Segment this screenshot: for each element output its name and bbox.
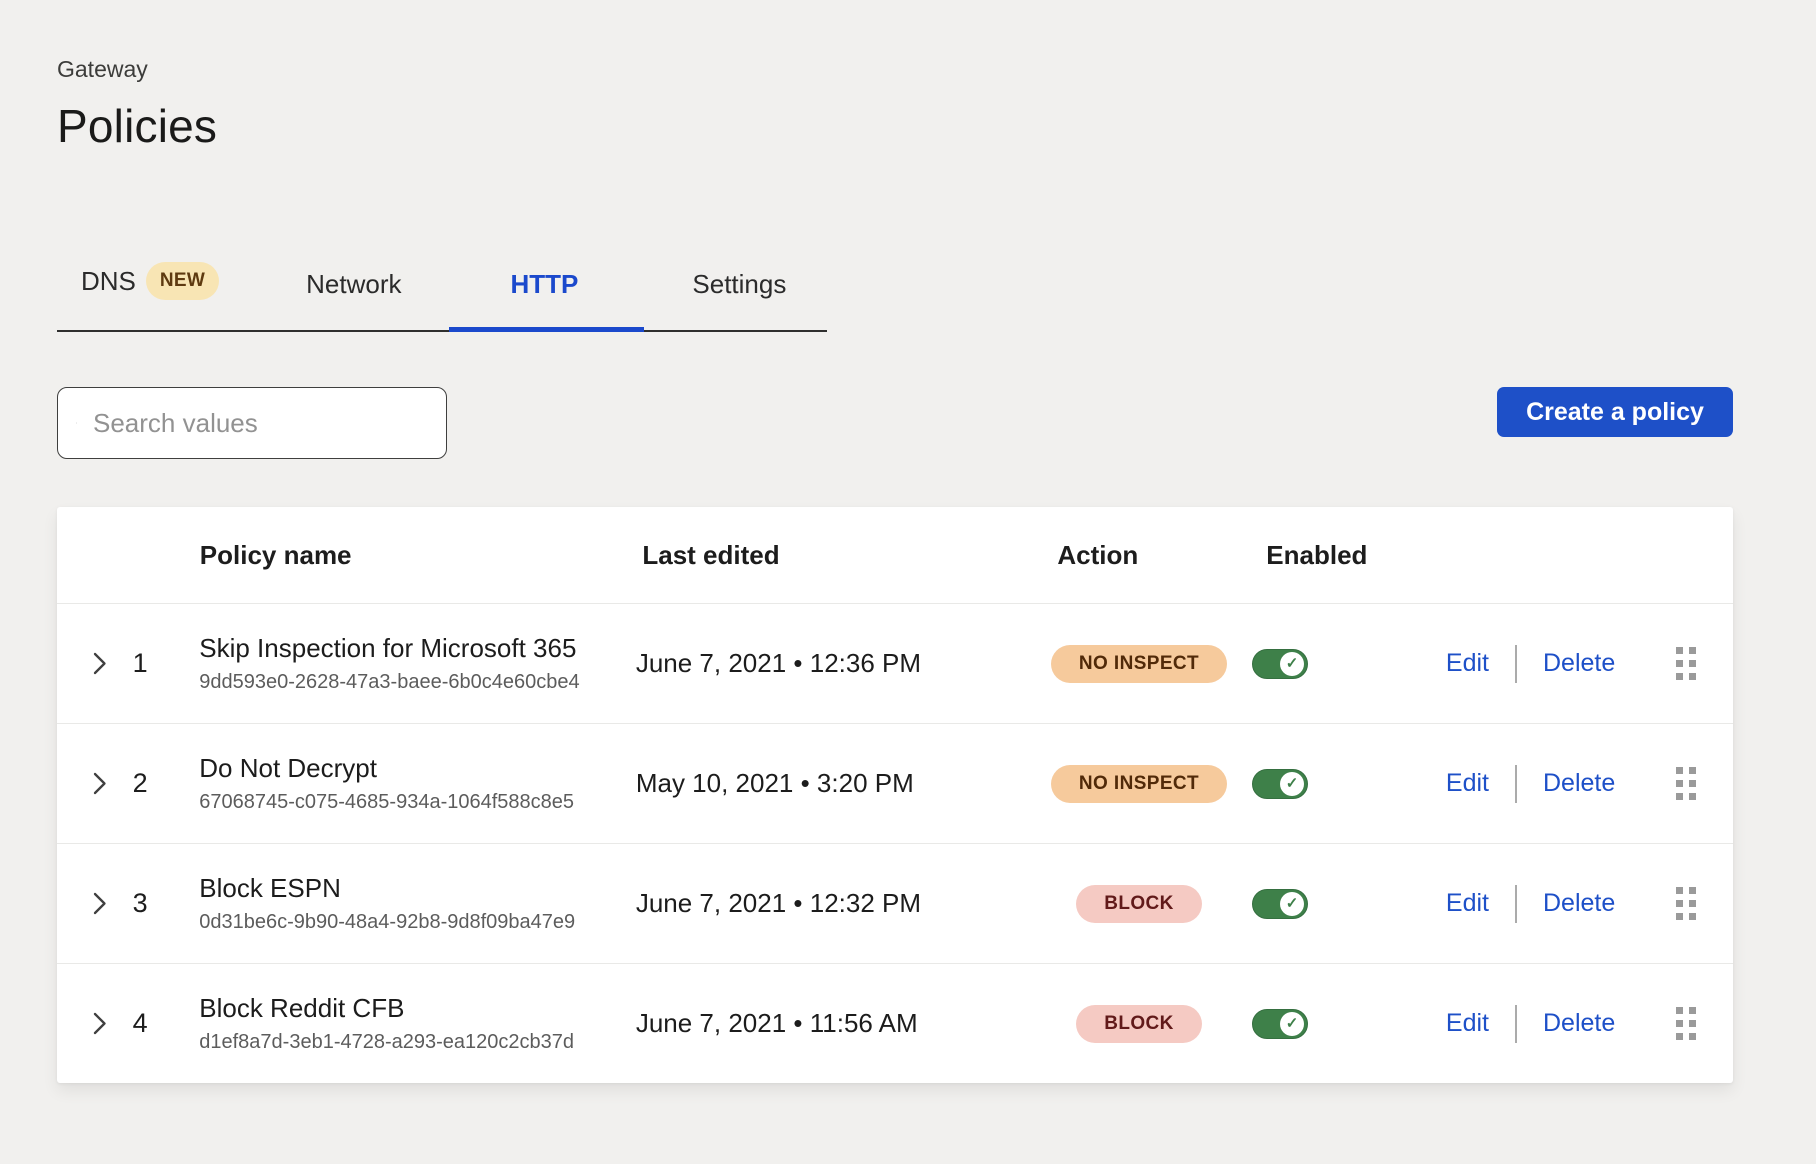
drag-handle-icon[interactable] <box>1676 887 1696 920</box>
check-icon: ✓ <box>1286 1016 1299 1031</box>
chevron-right-icon <box>93 772 107 795</box>
action-badge: NO INSPECT <box>1051 765 1227 803</box>
column-header-last-edited: Last edited <box>642 540 970 571</box>
search-box[interactable] <box>57 387 447 459</box>
table-row: 1 Skip Inspection for Microsoft 365 9dd5… <box>57 603 1733 723</box>
table-row: 4 Block Reddit CFB d1ef8a7d-3eb1-4728-a2… <box>57 963 1733 1083</box>
row-index: 4 <box>133 1008 153 1039</box>
check-icon: ✓ <box>1286 656 1299 671</box>
toggle-knob: ✓ <box>1280 1012 1304 1036</box>
delete-link[interactable]: Delete <box>1543 649 1615 678</box>
edit-link[interactable]: Edit <box>1446 769 1489 798</box>
enabled-toggle[interactable]: ✓ <box>1252 649 1308 679</box>
delete-link[interactable]: Delete <box>1543 769 1615 798</box>
link-divider <box>1515 765 1517 803</box>
edit-link[interactable]: Edit <box>1446 889 1489 918</box>
new-badge: NEW <box>146 262 219 300</box>
last-edited: May 10, 2021 • 3:20 PM <box>636 768 959 799</box>
action-badge: NO INSPECT <box>1051 645 1227 683</box>
check-icon: ✓ <box>1286 896 1299 911</box>
table-row: 3 Block ESPN 0d31be6c-9b90-48a4-92b8-9d8… <box>57 843 1733 963</box>
policy-table: Policy name Last edited Action Enabled 1… <box>57 507 1733 1083</box>
tab-bar: DNS NEW Network HTTP Settings <box>57 262 827 332</box>
column-header-enabled: Enabled <box>1266 540 1415 571</box>
drag-handle-icon[interactable] <box>1676 1007 1696 1040</box>
create-policy-button[interactable]: Create a policy <box>1497 387 1733 437</box>
edit-link[interactable]: Edit <box>1446 1009 1489 1038</box>
search-input[interactable] <box>91 407 430 440</box>
tab-http-label: HTTP <box>511 269 579 300</box>
link-divider <box>1515 1005 1517 1043</box>
policy-name: Block ESPN <box>199 873 596 904</box>
expand-row-button[interactable] <box>93 892 107 915</box>
gateway-policies-page: Gateway Policies DNS NEW Network HTTP Se… <box>0 0 1733 1083</box>
policy-uuid: 67068745-c075-4685-934a-1064f588c8e5 <box>199 791 596 814</box>
delete-link[interactable]: Delete <box>1543 889 1615 918</box>
drag-handle-icon[interactable] <box>1676 647 1696 680</box>
expand-row-button[interactable] <box>93 1012 107 1035</box>
policy-uuid: 9dd593e0-2628-47a3-baee-6b0c4e60cbe4 <box>199 671 596 694</box>
row-index: 1 <box>133 648 153 679</box>
action-badge: BLOCK <box>1076 885 1202 923</box>
toggle-knob: ✓ <box>1280 892 1304 916</box>
search-icon <box>76 410 77 436</box>
column-header-policy-name: Policy name <box>200 540 603 571</box>
tab-network[interactable]: Network <box>306 269 401 330</box>
chevron-right-icon <box>93 1012 107 1035</box>
tab-dns[interactable]: DNS NEW <box>81 262 219 330</box>
row-index: 3 <box>133 888 153 919</box>
page-title: Policies <box>57 99 1733 153</box>
toolbar: Create a policy <box>57 387 1733 459</box>
tab-dns-label: DNS <box>81 266 136 297</box>
chevron-right-icon <box>93 892 107 915</box>
policy-name: Do Not Decrypt <box>199 753 596 784</box>
column-header-action: Action <box>1057 540 1246 571</box>
tab-network-label: Network <box>306 269 401 300</box>
check-icon: ✓ <box>1286 776 1299 791</box>
expand-row-button[interactable] <box>93 772 107 795</box>
chevron-right-icon <box>93 652 107 675</box>
policy-name: Block Reddit CFB <box>199 993 596 1024</box>
policy-name: Skip Inspection for Microsoft 365 <box>199 633 596 664</box>
table-row: 2 Do Not Decrypt 67068745-c075-4685-934a… <box>57 723 1733 843</box>
row-index: 2 <box>133 768 153 799</box>
last-edited: June 7, 2021 • 12:36 PM <box>636 648 959 679</box>
toggle-knob: ✓ <box>1280 652 1304 676</box>
enabled-toggle[interactable]: ✓ <box>1252 1009 1308 1039</box>
table-header-row: Policy name Last edited Action Enabled <box>57 507 1733 603</box>
last-edited: June 7, 2021 • 11:56 AM <box>636 1008 959 1039</box>
edit-link[interactable]: Edit <box>1446 649 1489 678</box>
link-divider <box>1515 645 1517 683</box>
breadcrumb: Gateway <box>57 56 1733 83</box>
delete-link[interactable]: Delete <box>1543 1009 1615 1038</box>
policy-uuid: d1ef8a7d-3eb1-4728-a293-ea120c2cb37d <box>199 1031 596 1054</box>
link-divider <box>1515 885 1517 923</box>
drag-handle-icon[interactable] <box>1676 767 1696 800</box>
last-edited: June 7, 2021 • 12:32 PM <box>636 888 959 919</box>
toggle-knob: ✓ <box>1280 772 1304 796</box>
tab-settings-label: Settings <box>692 269 786 300</box>
tab-settings[interactable]: Settings <box>692 269 786 330</box>
tab-http[interactable]: HTTP <box>511 269 579 330</box>
policy-uuid: 0d31be6c-9b90-48a4-92b8-9d8f09ba47e9 <box>199 911 596 934</box>
expand-row-button[interactable] <box>93 652 107 675</box>
action-badge: BLOCK <box>1076 1005 1202 1043</box>
enabled-toggle[interactable]: ✓ <box>1252 769 1308 799</box>
enabled-toggle[interactable]: ✓ <box>1252 889 1308 919</box>
